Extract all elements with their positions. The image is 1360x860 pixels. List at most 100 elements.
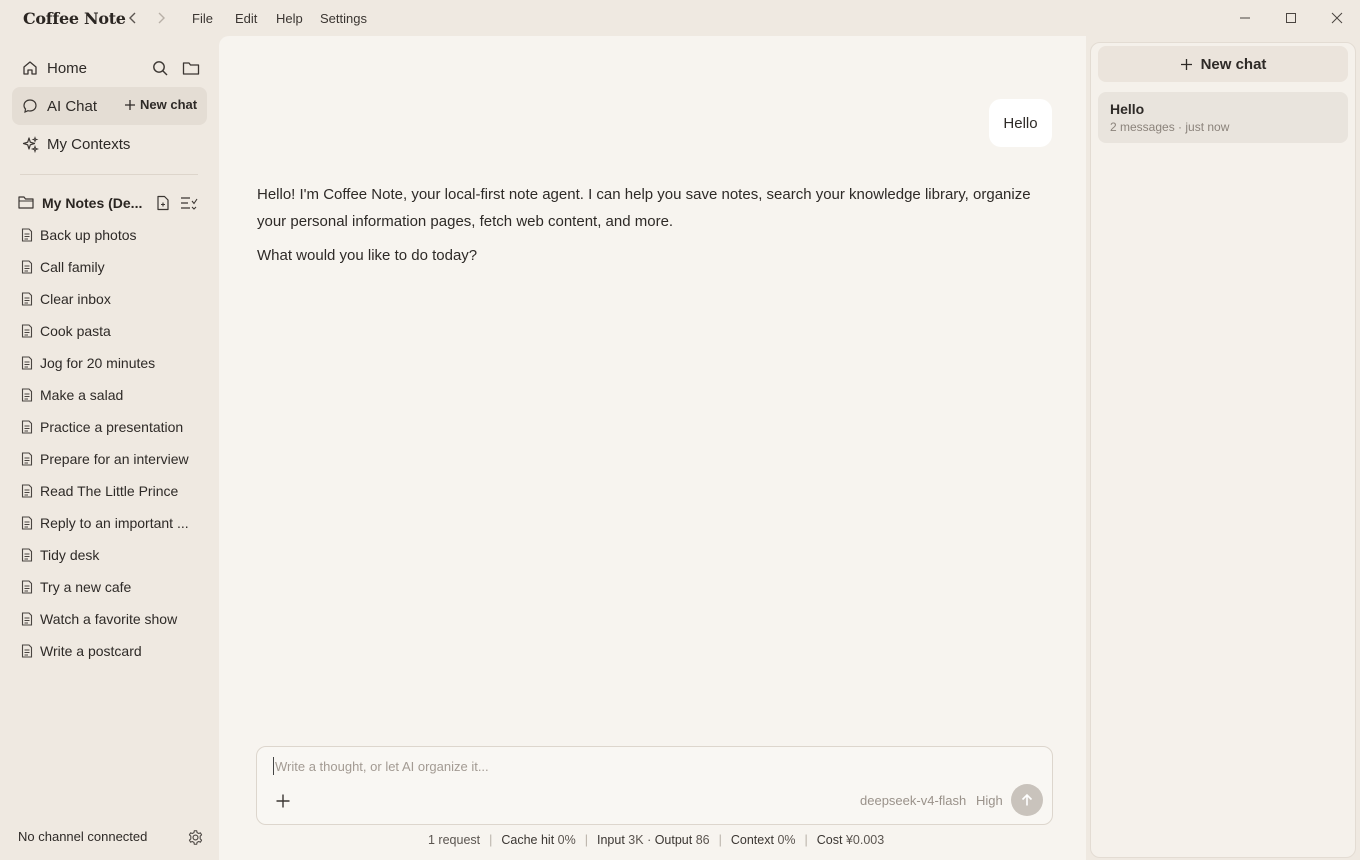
document-icon [20,484,34,498]
document-icon [20,516,34,530]
document-icon [20,452,34,466]
new-chat-label: New chat [140,97,198,112]
channel-status: No channel connected [18,829,148,844]
note-title: Jog for 20 minutes [40,355,156,371]
new-chat-label: New chat [1200,55,1267,73]
note-title: Reply to an important ... [40,515,189,531]
list-item[interactable]: Read The Little Prince [20,475,200,507]
document-icon [20,548,34,562]
chat-title: Hello [1110,101,1145,117]
note-title: Cook pasta [40,323,111,339]
minimize-icon[interactable] [1231,6,1259,30]
chat-history-item[interactable]: Hello 2 messages · just now [1098,92,1348,143]
list-item[interactable]: Jog for 20 minutes [20,347,200,379]
message-input[interactable] [273,757,973,775]
sidebar-new-chat-button[interactable]: New chat [124,97,197,112]
notes-list: Back up photos Call family Clear inbox C… [20,219,200,667]
document-icon [20,324,34,338]
folder-label: My Notes (De... [42,195,143,211]
effort-selector[interactable]: High [976,793,1003,808]
input-value: 3K [628,833,644,847]
sidebar-item-label: My Contexts [47,135,131,153]
list-item[interactable]: Try a new cafe [20,571,200,603]
assistant-paragraph: Hello! I'm Coffee Note, your local-first… [257,186,1031,230]
folder-open-icon[interactable] [180,57,202,79]
document-icon [20,644,34,658]
cost-label: Cost [816,833,843,847]
plus-icon[interactable] [271,789,295,813]
app-title: Coffee Note [23,9,126,28]
note-title: Tidy desk [40,547,100,563]
sparkle-icon [20,134,40,154]
assistant-paragraph: What would you like to do today? [257,247,478,264]
plus-icon [125,99,135,110]
output-value: 86 [695,833,710,847]
document-icon [20,228,34,242]
output-label: Output [654,833,693,847]
chat-meta: 2 messages · just now [1110,120,1230,134]
list-item[interactable]: Write a postcard [20,635,200,667]
context-label: Context [730,833,774,847]
new-chat-button[interactable]: New chat [1098,46,1348,82]
gear-icon[interactable] [184,826,206,848]
sidebar-item-home[interactable]: Home [12,49,207,87]
list-item[interactable]: Prepare for an interview [20,443,200,475]
message-composer: deepseek-v4-flash High [256,746,1053,825]
sidebar-item-label: Home [47,59,88,77]
sidebar-divider [20,174,198,175]
usage-stats: 1 request | Cache hit 0% | Input 3K · Ou… [428,833,885,847]
menu-help[interactable]: Help [276,11,303,26]
chat-bubble-icon [20,96,40,116]
cache-label: Cache hit [501,833,555,847]
note-title: Prepare for an interview [40,451,189,467]
list-item[interactable]: Reply to an important ... [20,507,200,539]
home-icon [20,58,40,78]
sidebar-item-my-contexts[interactable]: My Contexts [12,125,207,163]
note-title: Call family [40,259,105,275]
menu-settings[interactable]: Settings [320,11,367,26]
note-title: Watch a favorite show [40,611,178,627]
model-selector[interactable]: deepseek-v4-flash [860,793,966,808]
note-title: Write a postcard [40,643,142,659]
close-icon[interactable] [1323,6,1351,30]
chat-main-panel [219,36,1086,860]
context-value: 0% [777,833,796,847]
folder-icon [18,195,34,212]
list-item[interactable]: Cook pasta [20,315,200,347]
document-icon [20,292,34,306]
menu-file[interactable]: File [192,11,213,26]
user-message-bubble: Hello [989,99,1052,147]
forward-arrow-icon[interactable] [152,8,170,28]
list-item[interactable]: Watch a favorite show [20,603,200,635]
list-item[interactable]: Call family [20,251,200,283]
list-item[interactable]: Make a salad [20,379,200,411]
note-title: Read The Little Prince [40,483,179,499]
document-icon [20,580,34,594]
list-item[interactable]: Clear inbox [20,283,200,315]
list-item[interactable]: Back up photos [20,219,200,251]
cache-value: 0% [557,833,576,847]
sort-list-icon[interactable] [178,192,200,214]
send-button[interactable] [1011,784,1043,816]
note-title: Practice a presentation [40,419,184,435]
back-arrow-icon[interactable] [124,8,142,28]
note-title: Try a new cafe [40,579,132,595]
note-title: Make a salad [40,387,124,403]
document-icon [20,356,34,370]
cost-value: ¥0.003 [845,833,885,847]
arrow-up-icon [1021,793,1033,806]
list-item[interactable]: Practice a presentation [20,411,200,443]
document-icon [20,260,34,274]
user-message-text: Hello [1003,114,1038,132]
note-title: Back up photos [40,227,137,243]
menu-edit[interactable]: Edit [235,11,257,26]
maximize-icon[interactable] [1277,6,1305,30]
request-count: 1 request [428,833,481,847]
input-label: Input [597,833,625,847]
search-icon[interactable] [149,57,171,79]
document-icon [20,388,34,402]
assistant-message: Hello! I'm Coffee Note, your local-first… [257,181,1057,276]
chat-history-panel [1090,42,1356,858]
new-note-icon[interactable] [152,192,174,214]
list-item[interactable]: Tidy desk [20,539,200,571]
